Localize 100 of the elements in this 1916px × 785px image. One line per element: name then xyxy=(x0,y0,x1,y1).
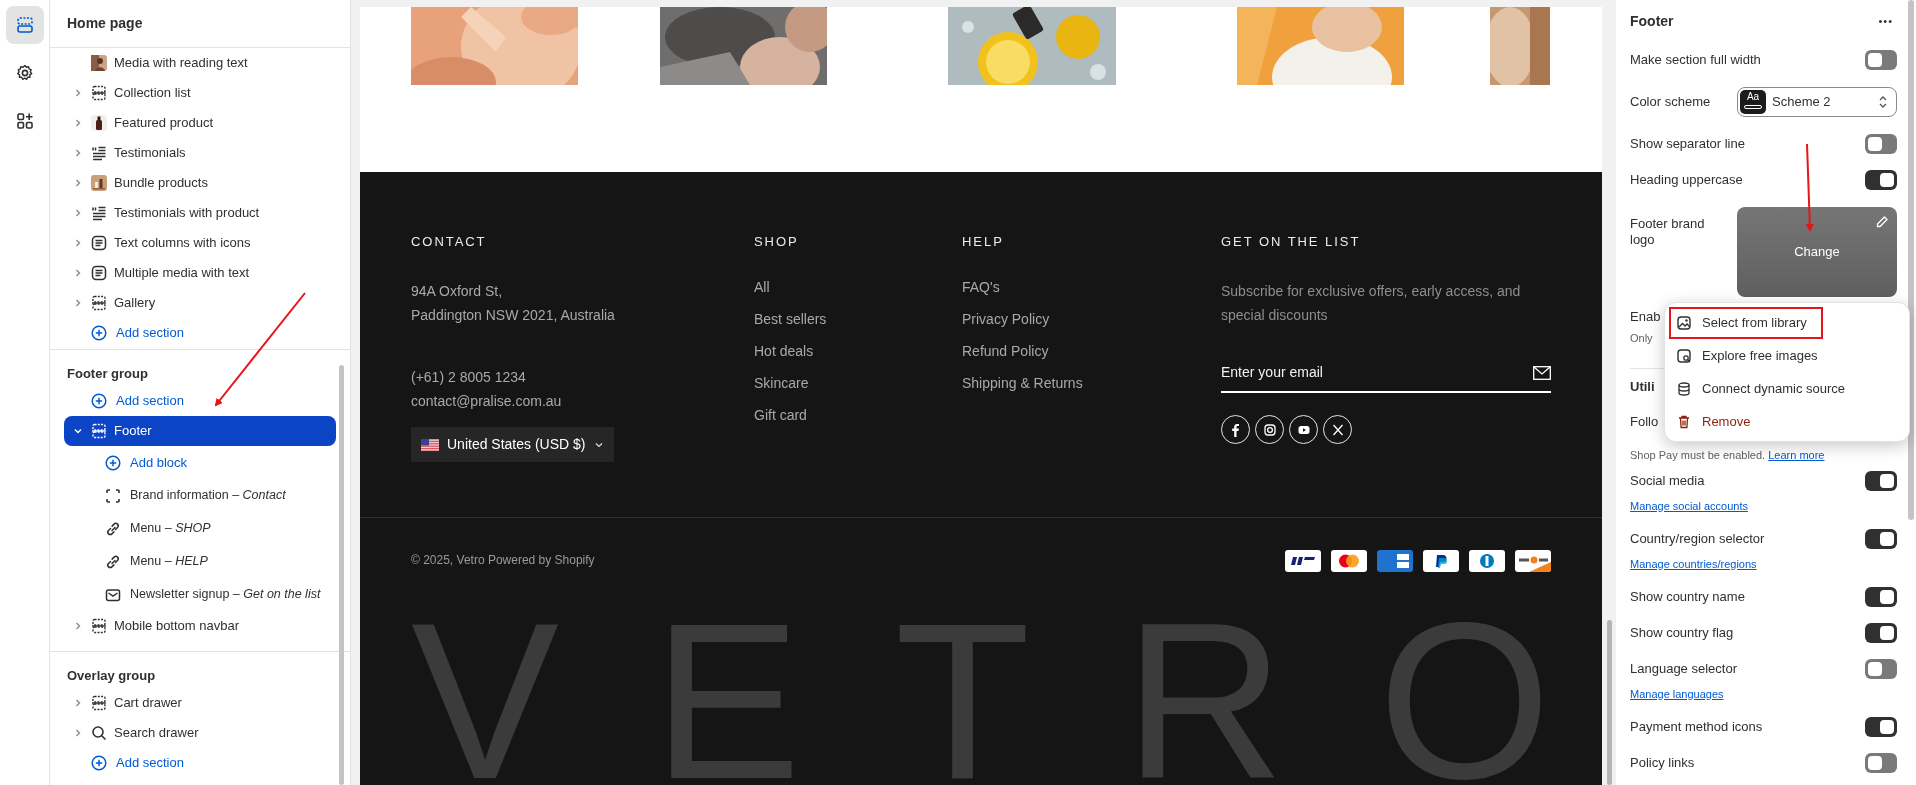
toggle-switch[interactable] xyxy=(1865,470,1897,491)
scrollbar-thumb[interactable] xyxy=(1908,0,1914,520)
setting-label: Heading uppercase xyxy=(1630,171,1743,190)
scrollbar-thumb[interactable] xyxy=(339,365,344,785)
country-selector[interactable]: United States (USD $) xyxy=(411,427,614,462)
footer-link[interactable]: Gift card xyxy=(754,405,807,439)
sidebar-item[interactable]: Menu – HELP xyxy=(64,545,336,578)
section-heading: Utili xyxy=(1630,377,1655,396)
sidebar-item[interactable]: Mobile bottom navbar xyxy=(64,611,336,641)
section-icon xyxy=(90,84,108,102)
toggle-switch[interactable] xyxy=(1865,716,1897,737)
phone-text: (+61) 2 8005 1234 xyxy=(411,368,526,387)
menu-item[interactable]: Select from library xyxy=(1671,308,1821,337)
setting-label: Footer brand logo xyxy=(1630,215,1706,249)
menu-item[interactable]: Connect dynamic source xyxy=(1671,374,1851,403)
setting-label: Payment method icons xyxy=(1630,717,1763,736)
sidebar-item[interactable]: Testimonials with product xyxy=(64,198,336,228)
setting-label: Make section full width xyxy=(1630,51,1761,70)
updown-chevron-icon xyxy=(1878,95,1888,109)
setting-label: Enab xyxy=(1630,308,1661,326)
footer-link[interactable]: Refund Policy xyxy=(962,341,1049,375)
sidebar-item[interactable]: Newsletter signup – Get on the list xyxy=(64,578,336,611)
group-heading: Footer group xyxy=(67,365,148,384)
toggle-switch[interactable] xyxy=(1865,586,1897,607)
text-block-icon xyxy=(90,264,108,282)
address-line: Paddington NSW 2021, Australia xyxy=(411,306,615,325)
setting-label: Policy links xyxy=(1630,753,1695,772)
email-text: contact@pralise.com.au xyxy=(411,392,562,411)
footer-link[interactable]: Skincare xyxy=(754,373,809,407)
payment-card-icon xyxy=(1423,550,1459,572)
sections-icon xyxy=(14,15,35,35)
sidebar-item[interactable]: Footer xyxy=(64,416,336,446)
sidebar-item[interactable]: Text columns with icons xyxy=(64,228,336,258)
plus-circle-icon xyxy=(90,392,108,410)
section-icon xyxy=(90,694,108,712)
manage-link[interactable]: Manage countries/regions xyxy=(1630,557,1757,570)
email-field[interactable]: Enter your email xyxy=(1221,353,1551,393)
toggle-switch[interactable] xyxy=(1865,752,1897,773)
help-text: Shop Pay must be enabled. Learn more xyxy=(1630,448,1825,461)
help-text: Only xyxy=(1630,330,1653,346)
add-button[interactable]: Add section xyxy=(64,386,336,416)
toggle-switch[interactable] xyxy=(1865,528,1897,549)
section-icon xyxy=(90,422,108,440)
quote-lines-icon xyxy=(90,204,108,222)
manage-link[interactable]: Manage languages xyxy=(1630,687,1724,700)
payment-card-icon xyxy=(1469,550,1505,572)
sidebar-item[interactable]: Collection list xyxy=(64,78,336,108)
sidebar-item[interactable]: Search drawer xyxy=(64,718,336,748)
setting-label: Social media xyxy=(1630,471,1705,490)
color-scheme-select[interactable]: Aa Scheme 2 xyxy=(1737,87,1897,117)
menu-item[interactable]: Remove xyxy=(1671,407,1756,436)
sidebar-item[interactable]: Featured product xyxy=(64,108,336,138)
footer-link[interactable]: Hot deals xyxy=(754,341,814,375)
manage-link[interactable]: Manage social accounts xyxy=(1630,499,1748,512)
sidebar-item[interactable]: Media with reading text xyxy=(64,48,336,78)
plus-circle-icon xyxy=(90,754,108,772)
column-heading: HELP xyxy=(962,234,1005,250)
toggle-switch[interactable] xyxy=(1865,658,1897,679)
image-icon xyxy=(1676,314,1692,331)
search-icon xyxy=(90,724,108,742)
toggle-switch[interactable] xyxy=(1865,622,1897,643)
sidebar-item[interactable]: Multiple media with text xyxy=(64,258,336,288)
footer-link[interactable]: All xyxy=(754,277,770,311)
panel-title: Home page xyxy=(67,14,143,33)
pencil-icon xyxy=(1875,215,1889,229)
footer-link[interactable]: Privacy Policy xyxy=(962,309,1050,343)
learn-more-link[interactable]: Learn more xyxy=(1768,448,1825,461)
footer-link[interactable]: FAQ's xyxy=(962,277,1000,311)
add-button[interactable]: Add block xyxy=(64,446,336,479)
scheme-swatch: Aa xyxy=(1740,90,1766,114)
add-button[interactable]: Add section xyxy=(64,748,336,778)
add-button[interactable]: Add section xyxy=(64,318,336,348)
footer-link[interactable]: Shipping & Returns xyxy=(962,373,1083,407)
menu-item[interactable]: Explore free images xyxy=(1671,341,1823,370)
sidebar-item[interactable]: Gallery xyxy=(64,288,336,318)
scrollbar-thumb[interactable] xyxy=(1607,620,1612,785)
setting-label: Follo xyxy=(1630,412,1659,431)
payment-card-icon xyxy=(1285,550,1321,572)
setting-label: Language selector xyxy=(1630,659,1737,678)
footer-link[interactable]: Best sellers xyxy=(754,309,827,343)
payment-card-icon xyxy=(1377,550,1413,572)
plus-circle-icon xyxy=(90,324,108,342)
change-image-button[interactable]: Change xyxy=(1737,207,1897,297)
section-icon xyxy=(90,617,108,635)
sidebar-item[interactable]: Testimonials xyxy=(64,138,336,168)
address-line: 94A Oxford St, xyxy=(411,282,503,301)
section-icon xyxy=(90,294,108,312)
sidebar-item[interactable]: Cart drawer xyxy=(64,688,336,718)
sidebar-item[interactable]: Menu – SHOP xyxy=(64,512,336,545)
image-search-icon xyxy=(1676,347,1692,364)
more-button[interactable]: ••• xyxy=(1874,12,1897,30)
envelope-icon xyxy=(1533,366,1551,380)
sidebar-item[interactable]: Brand information – Contact xyxy=(64,479,336,512)
toggle-switch[interactable] xyxy=(1865,170,1897,190)
toggle-switch[interactable] xyxy=(1865,50,1897,70)
sidebar-item[interactable]: Bundle products xyxy=(64,168,336,198)
toggle-switch[interactable] xyxy=(1865,134,1897,154)
quote-lines-icon xyxy=(90,144,108,162)
group-heading: Overlay group xyxy=(67,667,156,686)
database-icon xyxy=(1676,380,1692,397)
